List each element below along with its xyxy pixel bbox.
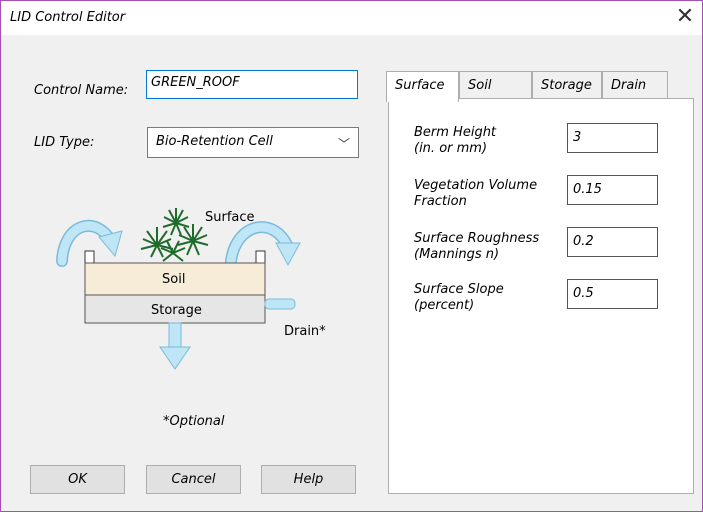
ok-button[interactable]: OK xyxy=(30,465,125,494)
berm-height-label: Berm Height (in. or mm) xyxy=(414,125,497,156)
lid-type-label: LID Type: xyxy=(34,135,95,150)
control-name-input[interactable]: GREEN_ROOF xyxy=(146,70,358,99)
diagram-drain-label: Drain* xyxy=(284,324,326,339)
tab-drain[interactable]: Drain xyxy=(602,71,668,99)
lid-type-value: Bio-Retention Cell xyxy=(156,134,273,149)
tab-bar: Surface Soil Storage Drain xyxy=(386,71,668,102)
tab-storage-label: Storage xyxy=(541,78,592,93)
berm-height-input[interactable]: 3 xyxy=(567,123,658,153)
cancel-button[interactable]: Cancel xyxy=(146,465,241,494)
tab-soil[interactable]: Soil xyxy=(459,71,532,99)
tab-drain-label: Drain xyxy=(611,78,647,93)
surface-slope-label: Surface Slope (percent) xyxy=(414,282,504,313)
tab-storage[interactable]: Storage xyxy=(532,71,602,99)
lid-type-select[interactable]: Bio-Retention Cell ﹀ xyxy=(147,127,359,158)
plants-icon xyxy=(140,208,209,262)
chevron-down-icon: ﹀ xyxy=(337,137,350,151)
tab-soil-label: Soil xyxy=(468,78,492,93)
tab-surface-label: Surface xyxy=(395,78,445,93)
help-button[interactable]: Help xyxy=(261,465,356,494)
surface-roughness-input[interactable]: 0.2 xyxy=(567,227,658,257)
control-name-value: GREEN_ROOF xyxy=(151,75,240,90)
vegetation-volume-label: Vegetation Volume Fraction xyxy=(414,178,538,209)
window-title: LID Control Editor xyxy=(10,10,126,25)
close-icon[interactable]: ✕ xyxy=(672,4,698,30)
diagram-surface-label: Surface xyxy=(205,210,255,225)
control-name-label: Control Name: xyxy=(34,83,129,98)
lid-control-editor-window: LID Control Editor ✕ Control Name: GREEN… xyxy=(0,0,703,512)
surface-slope-input[interactable]: 0.5 xyxy=(567,279,658,309)
vegetation-volume-input[interactable]: 0.15 xyxy=(567,175,658,205)
optional-note: *Optional xyxy=(163,414,225,429)
drain-pipe-icon xyxy=(264,298,296,310)
lid-diagram xyxy=(56,208,301,370)
diagram-soil-label: Soil xyxy=(162,272,186,287)
exfiltration-arrow-icon xyxy=(159,346,191,370)
title-bar: LID Control Editor ✕ xyxy=(1,1,702,35)
diagram-storage-label: Storage xyxy=(151,303,202,318)
surface-roughness-label: Surface Roughness (Mannings n) xyxy=(414,231,540,262)
tab-surface[interactable]: Surface xyxy=(386,71,459,102)
